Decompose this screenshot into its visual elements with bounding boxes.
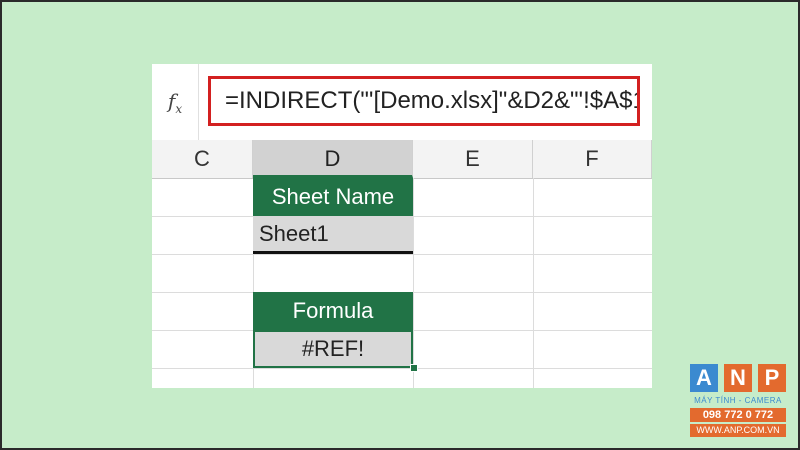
- formula-bar: fx =INDIRECT("'[Demo.xlsx]"&D2&"'!$A$1"): [152, 64, 652, 141]
- grid-line: [413, 178, 414, 388]
- cell-formula-result[interactable]: #REF!: [253, 330, 413, 368]
- anp-logo: A N P MÁY TÍNH - CAMERA 098 772 0 772 WW…: [690, 364, 786, 440]
- fill-handle[interactable]: [410, 364, 418, 372]
- spreadsheet-window: fx =INDIRECT("'[Demo.xlsx]"&D2&"'!$A$1")…: [152, 64, 652, 388]
- column-header-c[interactable]: C: [152, 140, 253, 178]
- grid-line: [152, 368, 652, 369]
- grid-line: [152, 254, 652, 255]
- column-headers: C D E F: [152, 140, 652, 179]
- column-header-d[interactable]: D: [253, 140, 413, 178]
- logo-letters: A N P: [690, 364, 786, 394]
- logo-letter-n: N: [724, 364, 752, 392]
- logo-letter-p: P: [758, 364, 786, 392]
- column-header-e[interactable]: E: [413, 140, 533, 178]
- cell-sheet-name-header[interactable]: Sheet Name: [253, 178, 413, 216]
- insert-function-button[interactable]: fx: [152, 64, 199, 140]
- function-icon: fx: [167, 88, 183, 116]
- logo-website: WWW.ANP.COM.VN: [690, 424, 786, 437]
- logo-phone: 098 772 0 772: [690, 408, 786, 422]
- logo-letter-a: A: [690, 364, 718, 392]
- cell-grid: Sheet Name Sheet1 Formula #REF!: [152, 178, 652, 388]
- column-header-f[interactable]: F: [533, 140, 652, 178]
- grid-line: [533, 178, 534, 388]
- logo-tagline: MÁY TÍNH - CAMERA: [694, 396, 782, 405]
- formula-input[interactable]: =INDIRECT("'[Demo.xlsx]"&D2&"'!$A$1"): [208, 76, 640, 126]
- cell-sheet-name-value[interactable]: Sheet1: [253, 216, 413, 254]
- cell-formula-header[interactable]: Formula: [253, 292, 413, 330]
